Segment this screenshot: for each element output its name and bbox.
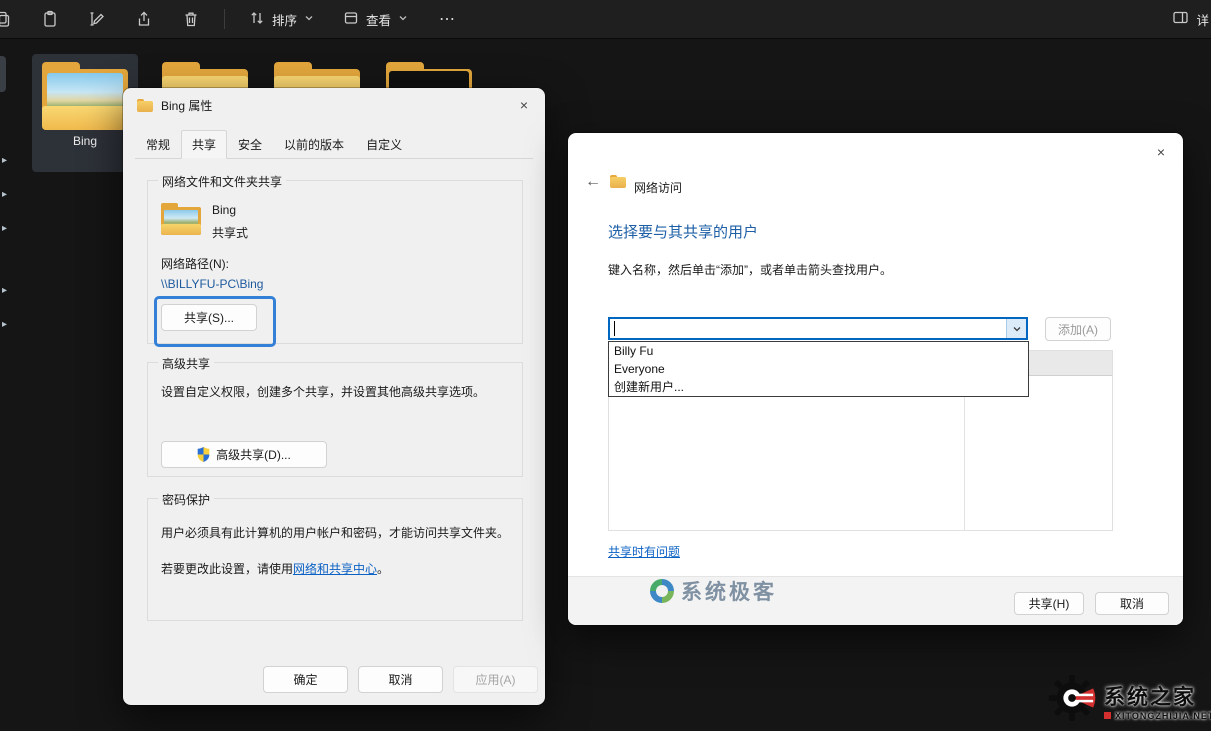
folder-label: Bing [73, 134, 97, 148]
shared-folder-name: Bing [212, 203, 236, 217]
network-access-icon [610, 175, 626, 188]
more-button[interactable]: ⋯ [429, 7, 467, 31]
apply-button[interactable]: 应用(A) [453, 666, 538, 693]
dropdown-item-create-new-user[interactable]: 创建新用户... [609, 378, 1028, 396]
chevron-down-icon [398, 12, 408, 26]
user-dropdown-list: Billy Fu Everyone 创建新用户... [608, 341, 1029, 397]
tab-sharing[interactable]: 共享 [181, 130, 227, 159]
share-state: 共享式 [212, 224, 248, 241]
tab-previous-versions[interactable]: 以前的版本 [273, 130, 355, 158]
view-button[interactable]: 查看 [335, 4, 416, 35]
network-path-value: \\BILLYFU-PC\Bing [161, 277, 263, 291]
group-advanced-sharing: 高级共享 设置自定义权限，创建多个共享，并设置其他高级共享选项。 高级共享(D) [147, 362, 523, 477]
folder-icon [42, 62, 128, 130]
combobox-dropdown-button[interactable] [1006, 319, 1026, 338]
advanced-sharing-label: 高级共享(D)... [216, 446, 291, 463]
sort-label: 排序 [272, 10, 297, 29]
group-title: 网络文件和文件夹共享 [158, 173, 286, 190]
paste-icon[interactable] [33, 4, 67, 34]
nav-shortcut-arrows: ▸ ▸ ▸ ▸ ▸ [2, 154, 7, 332]
nav-shortcut-arrow-icon: ▸ [2, 188, 7, 202]
view-icon [343, 10, 359, 29]
nav-shortcut-arrow-icon: ▸ [2, 222, 7, 236]
close-icon[interactable]: × [1149, 141, 1173, 163]
group-title: 高级共享 [158, 355, 214, 372]
cancel-button[interactable]: 取消 [1095, 592, 1169, 615]
choose-people-heading: 选择要与其共享的用户 [608, 221, 758, 242]
network-sharing-center-link[interactable]: 网络和共享中心 [293, 562, 377, 576]
chevron-down-icon [304, 12, 314, 26]
password-line2-prefix: 若要更改此设置，请使用 [161, 562, 293, 576]
toolbar-separator [224, 9, 225, 29]
properties-dialog: Bing 属性 × 常规 共享 安全 以前的版本 自定义 网络文件和文件夹共享 … [123, 88, 545, 705]
more-icon: ⋯ [439, 9, 457, 29]
properties-title: Bing 属性 [161, 97, 212, 114]
watermark-geek: 系统极客 [650, 576, 777, 606]
watermark-xitongzhijia: 系统之家 XITONGZHIJIA.NET [1048, 674, 1211, 727]
red-square-icon [1104, 712, 1111, 719]
add-button[interactable]: 添加(A) [1045, 317, 1111, 341]
delete-icon[interactable] [174, 4, 208, 34]
rename-icon[interactable] [80, 4, 114, 34]
uac-shield-icon [197, 447, 210, 462]
network-access-title: 网络访问 [634, 179, 682, 196]
explorer-window: 排序 查看 ⋯ 详 [0, 0, 1211, 731]
toolbar: 排序 查看 ⋯ 详 [0, 0, 1211, 39]
details-pane-label: 详 [1196, 10, 1209, 29]
nav-shortcut-arrow-icon: ▸ [2, 154, 7, 168]
details-pane-toggle[interactable]: 详 [1172, 0, 1211, 38]
nav-shortcut-arrow-icon: ▸ [2, 318, 7, 332]
xitongzhijia-gear-icon [1048, 674, 1096, 727]
dropdown-item-billy-fu[interactable]: Billy Fu [609, 342, 1028, 360]
network-path-label: 网络路径(N): [161, 255, 229, 272]
sort-button[interactable]: 排序 [241, 4, 322, 35]
shared-folder-icon [161, 203, 201, 235]
details-pane-icon [1172, 9, 1189, 29]
tab-general[interactable]: 常规 [135, 130, 181, 158]
share-button[interactable]: 共享(S)... [161, 304, 257, 331]
ok-button[interactable]: 确定 [263, 666, 348, 693]
geek-watermark-text: 系统极客 [681, 576, 777, 606]
instruction-text: 键入名称，然后单击“添加”，或者单击箭头查找用户。 [608, 261, 892, 278]
advanced-sharing-button[interactable]: 高级共享(D)... [161, 441, 327, 468]
nav-pane-edge [0, 56, 6, 92]
xitongzhijia-url: XITONGZHIJIA.NET [1115, 711, 1211, 721]
sharing-trouble-link[interactable]: 共享时有问题 [608, 543, 680, 560]
view-label: 查看 [366, 10, 391, 29]
back-icon[interactable]: ← [582, 171, 604, 193]
tab-customize[interactable]: 自定义 [355, 130, 413, 158]
group-network-sharing: 网络文件和文件夹共享 Bing 共享式 网络路径(N): \\BILLYFU-P… [147, 180, 523, 344]
cancel-button[interactable]: 取消 [358, 666, 443, 693]
properties-titlebar: Bing 属性 [123, 88, 545, 122]
user-name-combobox[interactable] [608, 317, 1028, 340]
xitongzhijia-title: 系统之家 [1104, 681, 1211, 711]
xitongzhijia-subtitle: XITONGZHIJIA.NET [1104, 711, 1211, 721]
password-line2-suffix: 。 [377, 562, 389, 576]
geek-logo-icon [650, 579, 674, 603]
sort-icon [249, 10, 265, 29]
close-icon[interactable]: × [512, 94, 536, 116]
group-title: 密码保护 [158, 491, 214, 508]
network-access-dialog: × ← 网络访问 选择要与其共享的用户 键入名称，然后单击“添加”，或者单击箭头… [568, 133, 1183, 625]
password-line2: 若要更改此设置，请使用网络和共享中心。 [161, 561, 509, 578]
folder-icon [137, 99, 153, 112]
text-caret [614, 321, 615, 336]
share-icon[interactable] [127, 4, 161, 34]
dropdown-item-everyone[interactable]: Everyone [609, 360, 1028, 378]
copy-icon[interactable] [0, 4, 20, 34]
nav-shortcut-arrow-icon: ▸ [2, 284, 7, 298]
group-password-protection: 密码保护 用户必须具有此计算机的用户帐户和密码，才能访问共享文件夹。 若要更改此… [147, 498, 523, 621]
advanced-description: 设置自定义权限，创建多个共享，并设置其他高级共享选项。 [161, 384, 509, 401]
share-confirm-button[interactable]: 共享(H) [1014, 592, 1084, 615]
properties-tabs: 常规 共享 安全 以前的版本 自定义 [135, 130, 533, 159]
tab-security[interactable]: 安全 [227, 130, 273, 158]
password-line1: 用户必须具有此计算机的用户帐户和密码，才能访问共享文件夹。 [161, 525, 509, 542]
